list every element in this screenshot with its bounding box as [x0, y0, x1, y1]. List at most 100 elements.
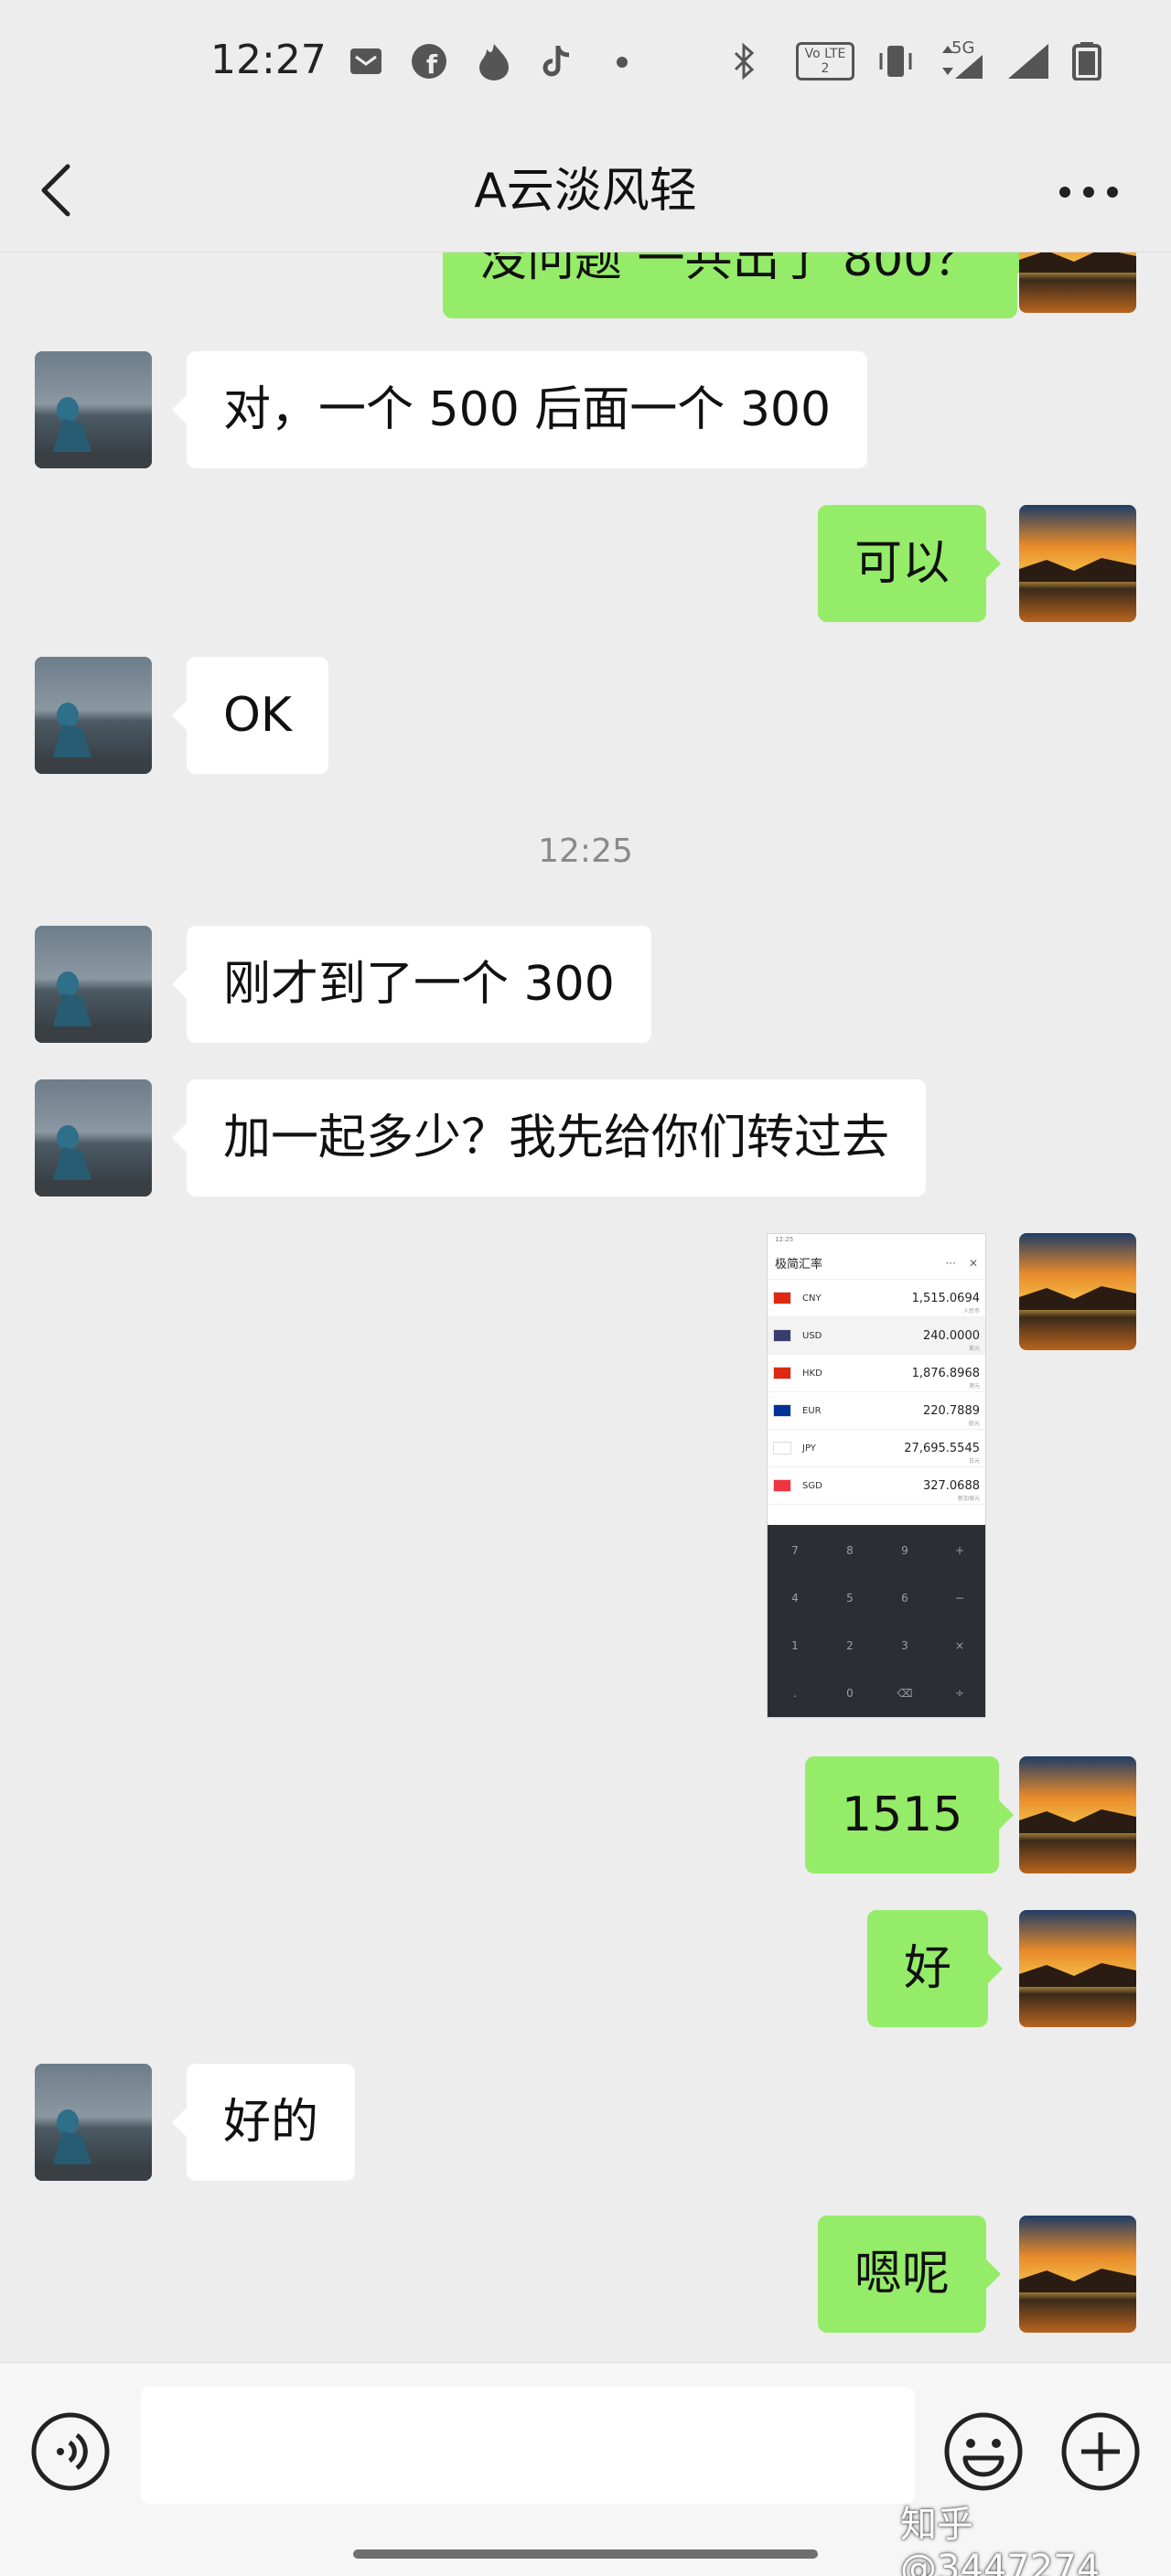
voice-icon[interactable] [29, 2410, 112, 2493]
status-bar: 12:27 f Vo LTE 2 5G [0, 0, 1171, 128]
rate-row: CNY 1,515.0694 人民币 [768, 1280, 985, 1317]
flag-icon [773, 1479, 791, 1492]
avatar-image [1019, 505, 1136, 622]
signal-icon [1008, 44, 1048, 79]
my-avatar[interactable] [1019, 252, 1136, 313]
currency-code: JPY [802, 1443, 816, 1454]
avatar-image [35, 657, 152, 774]
keypad-key: 5 [846, 1592, 854, 1605]
dot-icon [617, 57, 628, 68]
battery-icon [1072, 42, 1101, 80]
message-bubble-incoming[interactable]: 加一起多少？我先给你们转过去 [171, 1079, 927, 1197]
currency-amount: 27,695.5545 [904, 1441, 980, 1455]
facebook-icon: f [412, 44, 446, 80]
currency-name: 人民币 [962, 1308, 980, 1315]
currency-code: CNY [802, 1293, 822, 1304]
my-avatar[interactable] [1019, 1910, 1136, 2027]
contact-avatar[interactable] [35, 1079, 152, 1197]
keypad-key: . [793, 1687, 797, 1700]
avatar-image [35, 1079, 152, 1197]
keypad-key: 2 [846, 1639, 854, 1652]
currency-name: 欧元 [968, 1421, 980, 1427]
avatar-image [35, 351, 152, 468]
plus-icon[interactable] [1059, 2410, 1142, 2493]
my-avatar[interactable] [1019, 1756, 1136, 1873]
screenshot-close-icon: ✕ [968, 1256, 978, 1270]
home-indicator[interactable] [353, 2549, 818, 2559]
avatar-image [1019, 1756, 1136, 1873]
currency-amount: 220.7889 [922, 1403, 980, 1418]
message-bubble-outgoing[interactable]: 1515 [805, 1756, 1015, 1873]
flag-icon [773, 1442, 791, 1454]
vibrate-icon [879, 46, 912, 77]
my-avatar[interactable] [1019, 505, 1136, 622]
message-bubble-outgoing[interactable]: 嗯呢 [818, 2216, 1002, 2333]
signal-5g-icon: 5G [937, 38, 984, 80]
flame-icon [479, 44, 509, 80]
flag-icon [773, 1292, 791, 1304]
contact-avatar[interactable] [35, 926, 152, 1043]
keypad: 7 8 9 +4 5 6 − 1 2 3 ×. 0 ⌫ ÷ [768, 1525, 985, 1717]
keypad-key: − [954, 1592, 965, 1605]
flag-icon [773, 1404, 791, 1417]
rate-list: CNY 1,515.0694 人民币 USD 240.0000 美元 HKD 1,876.89… [768, 1280, 985, 1505]
keypad-key: 0 [846, 1687, 854, 1700]
rate-row: SGD 327.0688 新加坡元 [768, 1467, 985, 1505]
avatar-image [1019, 252, 1136, 313]
keypad-key: 6 [901, 1592, 908, 1605]
contact-avatar[interactable] [35, 351, 152, 468]
screenshot-title: 极简汇率 [775, 1258, 823, 1272]
flag-icon [773, 1329, 791, 1342]
keypad-key: 9 [901, 1544, 908, 1557]
message-bubble-outgoing[interactable]: 好 [867, 1910, 1004, 2027]
my-avatar[interactable] [1019, 2216, 1136, 2333]
rate-row: HKD 1,876.8968 港元 [768, 1355, 985, 1392]
keypad-key: 1 [791, 1639, 799, 1652]
avatar-image [35, 926, 152, 1043]
mail-icon [350, 48, 381, 74]
watermark: 知乎 @3447274 [900, 2504, 1101, 2576]
keypad-key: 7 [791, 1544, 799, 1557]
volte-icon: Vo LTE 2 [796, 42, 854, 80]
keypad-key: 8 [846, 1544, 854, 1557]
currency-code: EUR [802, 1405, 822, 1416]
screenshot-more-icon: ··· [945, 1256, 956, 1270]
my-avatar[interactable] [1019, 1233, 1136, 1350]
message-bubble-incoming[interactable]: 好的 [171, 2064, 356, 2181]
message-bubble-incoming[interactable]: OK [171, 657, 329, 774]
tiktok-icon [543, 46, 570, 77]
avatar-image [1019, 2216, 1136, 2333]
currency-amount: 1,515.0694 [911, 1291, 980, 1305]
message-bubble-incoming[interactable]: 刚才到了一个 300 [172, 926, 651, 1043]
currency-name: 港元 [968, 1383, 980, 1390]
message-input[interactable] [141, 2387, 915, 2504]
currency-amount: 240.0000 [922, 1328, 980, 1343]
keypad-key: ⌫ [897, 1687, 913, 1700]
keypad-key: × [954, 1639, 965, 1652]
more-dots-icon[interactable] [1052, 165, 1125, 220]
currency-amount: 1,876.8968 [911, 1366, 980, 1380]
svg-text:f: f [426, 49, 438, 80]
chat-header: A云淡风轻 [0, 128, 1171, 252]
contact-avatar[interactable] [35, 2064, 152, 2181]
message-bubble-outgoing[interactable]: 可以 [818, 505, 1002, 622]
contact-avatar[interactable] [35, 657, 152, 774]
bluetooth-icon [734, 42, 755, 80]
avatar-image [35, 2064, 152, 2181]
currency-name: 美元 [968, 1346, 980, 1352]
image-message-screenshot[interactable]: 12:25 极简汇率 ··· ✕ CNY 1,515.0694 人民币 USD 240.… [767, 1233, 986, 1718]
message-bubble-outgoing[interactable]: 没问题 一共出了 800？ [443, 252, 1033, 318]
keypad-key: 4 [791, 1592, 799, 1605]
rate-row: EUR 220.7889 欧元 [768, 1392, 985, 1430]
emoji-icon[interactable] [942, 2410, 1025, 2493]
currency-code: SGD [802, 1480, 822, 1491]
rate-row: JPY 27,695.5545 日元 [768, 1430, 985, 1467]
screenshot-header: 极简汇率 ··· ✕ [768, 1247, 985, 1280]
message-list[interactable]: 没问题 一共出了 800？ 对，一个 500 后面一个 300 可以 OK 12… [0, 252, 1171, 2362]
message-bubble-incoming[interactable]: 对，一个 500 后面一个 300 [171, 351, 868, 468]
screenshot-status-time: 12:25 [775, 1236, 794, 1243]
input-bar: 知乎 @3447274 [0, 2362, 1171, 2576]
keypad-key: ÷ [954, 1687, 965, 1700]
currency-code: HKD [802, 1368, 822, 1379]
currency-name: 新加坡元 [957, 1496, 980, 1502]
